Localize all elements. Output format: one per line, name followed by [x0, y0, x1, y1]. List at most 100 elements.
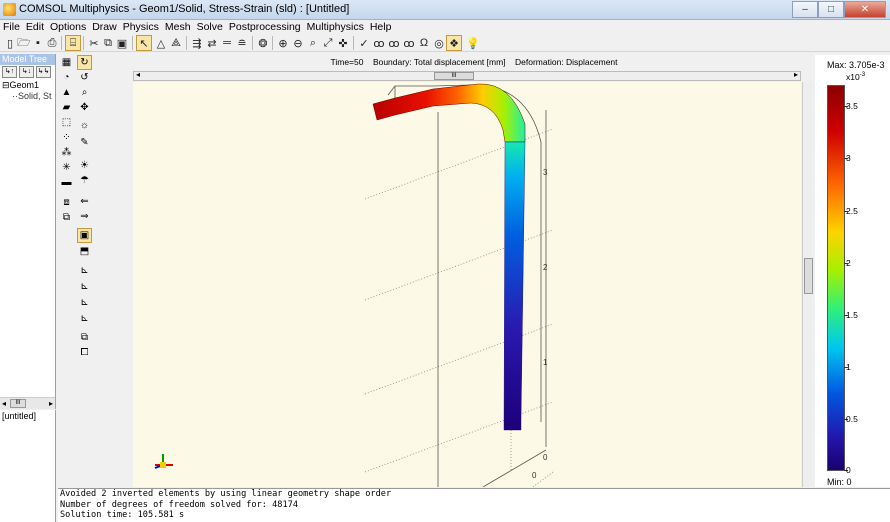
properties-panel: [untitled]: [0, 410, 56, 522]
zoom-extents-icon[interactable]: ⤢: [320, 35, 336, 51]
colorbar-tick-3: 3: [846, 153, 851, 163]
zoom-icon[interactable]: ⌕: [77, 85, 92, 100]
grid-icon[interactable]: ▦: [59, 55, 74, 70]
revolve-icon[interactable]: ◔: [59, 70, 74, 85]
animate-icon[interactable]: ꝏ: [386, 35, 402, 51]
colorbar-min: Min: 0: [827, 477, 852, 487]
colorbar-tick-2: 2: [846, 258, 851, 268]
union-icon[interactable]: ⧈: [59, 195, 74, 210]
paste-icon[interactable]: ▣: [114, 35, 130, 51]
base-tick-0: 0: [532, 471, 537, 480]
tree-node-geom1[interactable]: ⊟Geom1: [0, 80, 55, 91]
plot-horizontal-scrollbar[interactable]: ◂ III ▸: [133, 70, 801, 81]
colorbar-scale: x10-3: [846, 72, 866, 82]
plot-vertical-scrollbar[interactable]: [802, 82, 814, 487]
help-icon[interactable]: 💡: [465, 35, 481, 51]
zoom-window-icon[interactable]: ⌕: [305, 35, 321, 51]
view-zx-icon[interactable]: ⊾: [77, 295, 92, 310]
tree-node-solid[interactable]: ··Solid, St: [0, 91, 55, 102]
orbit-icon[interactable]: ↺: [77, 70, 92, 85]
view-default-icon[interactable]: ⊾: [77, 311, 92, 326]
cube-icon[interactable]: ⬒: [77, 244, 92, 259]
axis-tick-3: 3: [543, 168, 548, 177]
tree-horizontal-scrollbar[interactable]: ◂ III ▸: [0, 397, 55, 409]
log-line: Solution time: 105.581 s: [60, 510, 185, 520]
array-icon[interactable]: ⁘: [59, 130, 74, 145]
menu-mesh[interactable]: Mesh: [162, 20, 194, 34]
brush-icon[interactable]: ☂: [77, 173, 92, 188]
plot-canvas[interactable]: 3 2 1 0 0: [133, 82, 801, 487]
plot-icon[interactable]: ✜: [335, 35, 351, 51]
menu-edit[interactable]: Edit: [23, 20, 47, 34]
menu-draw[interactable]: Draw: [89, 20, 120, 34]
box-view-icon[interactable]: ▣: [77, 228, 92, 243]
scatter-icon[interactable]: ⁂: [59, 145, 74, 160]
post-settings-icon[interactable]: ✓: [356, 35, 372, 51]
clapper-icon[interactable]: ▬: [59, 175, 74, 190]
log-line: Avoided 2 inverted elements by using lin…: [60, 489, 392, 499]
triangle-icon[interactable]: △: [153, 35, 169, 51]
print-icon[interactable]: ⎙: [44, 35, 60, 51]
view-xy-icon[interactable]: ⊾: [77, 263, 92, 278]
zoom-in-icon[interactable]: ⊕: [275, 35, 291, 51]
transparency-icon[interactable]: ⧠: [77, 345, 92, 360]
move-icon[interactable]: ✥: [77, 100, 92, 115]
lights-icon[interactable]: ☼: [77, 118, 92, 133]
menu-postprocessing[interactable]: Postprocessing: [226, 20, 304, 34]
menu-physics[interactable]: Physics: [120, 20, 162, 34]
minimize-button[interactable]: –: [792, 1, 818, 18]
plot-parameters-icon[interactable]: ꝏ: [371, 35, 387, 51]
axis-tick-0: 0: [543, 453, 548, 462]
main-toolbar: ▯ 🗁 ▪ ⎙ ⌸ ✂ ⧉ ▣ ↖ △ ⟁ ⇶ ⇄ ═ ≘ ❂ ⊕ ⊖ ⌕ ⤢ …: [0, 34, 890, 52]
rotate-icon[interactable]: ↻: [77, 55, 92, 70]
colorbar-tick-0.5: 0.5: [846, 414, 858, 424]
comsol-logo-icon: [3, 3, 16, 16]
colorbar-max: Max: 3.705e-3: [827, 60, 885, 70]
solve-settings-icon[interactable]: ≘: [234, 35, 250, 51]
menu-help[interactable]: Help: [367, 20, 395, 34]
menu-multiphysics[interactable]: Multiphysics: [304, 20, 367, 34]
camera-icon[interactable]: ✎: [77, 135, 92, 150]
work-plane-icon[interactable]: ⬚: [59, 115, 74, 130]
asterisk-icon[interactable]: ✳: [59, 160, 74, 175]
equal-icon[interactable]: ═: [219, 35, 235, 51]
scene-light-icon[interactable]: ⧉: [77, 330, 92, 345]
view-toolbar: ↻ ↺ ⌕ ✥ ☼ ✎ ☀ ☂ ⇐ ⇒ ▣ ⬒ ⊾ ⊾ ⊾ ⊾ ⧉ ⧠: [76, 55, 93, 487]
window-title: COMSOL Multiphysics - Geom1/Solid, Stres…: [19, 3, 350, 15]
select-icon[interactable]: ↖: [136, 35, 152, 51]
arrow-left-icon[interactable]: ⇐: [77, 194, 92, 209]
view-yz-icon[interactable]: ⊾: [77, 279, 92, 294]
menu-options[interactable]: Options: [47, 20, 89, 34]
axis-triad-icon: [154, 454, 173, 469]
difference-icon[interactable]: ⧉: [59, 210, 74, 225]
arrow-right-icon[interactable]: ⇒: [77, 209, 92, 224]
boundary-settings-icon[interactable]: ⇶: [189, 35, 205, 51]
omega-icon[interactable]: Ω: [416, 35, 432, 51]
tree-tool-2[interactable]: ↳↓: [19, 66, 34, 78]
zoom-out-icon[interactable]: ⊖: [290, 35, 306, 51]
tree-tool-3[interactable]: ↳↳: [36, 66, 51, 78]
deformed-geometry-plot: 3 2 1 0 0: [154, 83, 554, 487]
maximize-button[interactable]: □: [818, 1, 844, 18]
menu-file[interactable]: File: [0, 20, 23, 34]
menu-solve[interactable]: Solve: [194, 20, 226, 34]
subdomain-settings-icon[interactable]: ⇄: [204, 35, 220, 51]
mesh-icon[interactable]: ⟁: [168, 35, 184, 51]
colorbar-tick-2.5: 2.5: [846, 206, 858, 216]
close-button[interactable]: ✕: [844, 1, 886, 18]
plot-active-icon[interactable]: ❖: [446, 35, 462, 51]
log-window[interactable]: Avoided 2 inverted elements by using lin…: [58, 488, 890, 522]
solve-icon[interactable]: ❂: [255, 35, 271, 51]
colorbar-tick-3.5: 3.5: [846, 101, 858, 111]
tree-tool-1[interactable]: ↳↑: [2, 66, 17, 78]
colorbar-legend: Max: 3.705e-3 x10-3 3.5 3 2.5 2 1.5 1 0.…: [815, 55, 890, 487]
colorbar-gradient: [827, 85, 845, 471]
plot-title: Time=50 Boundary: Total displacement [mm…: [330, 57, 618, 67]
block-icon[interactable]: ▰: [59, 100, 74, 115]
cone-icon[interactable]: ▲: [59, 85, 74, 100]
log-line: Number of degrees of freedom solved for:…: [60, 499, 298, 510]
sphere-icon[interactable]: ◎: [431, 35, 447, 51]
model-navigator-icon[interactable]: ⌸: [65, 35, 81, 51]
sun-icon[interactable]: ☀: [77, 158, 92, 173]
cross-section-icon[interactable]: ꝏ: [401, 35, 417, 51]
